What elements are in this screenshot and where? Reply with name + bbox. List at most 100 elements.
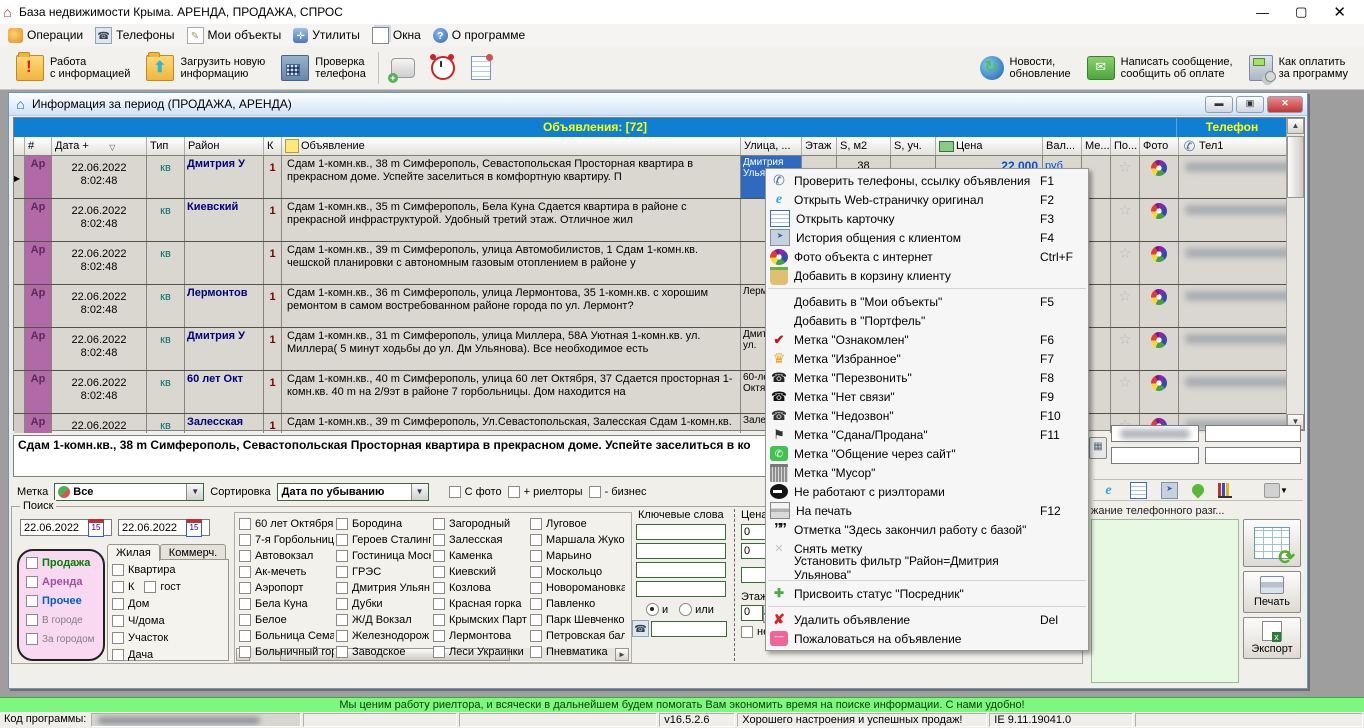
district-checkbox[interactable]: [433, 582, 445, 594]
context-menu-item-3[interactable]: Открыть карточкуF3: [766, 209, 1088, 228]
context-menu-item-27[interactable]: Пожаловаться на объявление: [766, 629, 1088, 648]
district-checkbox[interactable]: [433, 614, 445, 626]
date-to-calendar-icon[interactable]: [186, 519, 202, 537]
scroll-thumb[interactable]: [1287, 136, 1304, 198]
metka-dropdown-icon[interactable]: ▼: [186, 484, 203, 500]
floor-value[interactable]: 0: [741, 605, 763, 621]
sort-combo[interactable]: Дата по убыванию ▼: [277, 483, 429, 501]
district-checkbox[interactable]: [530, 646, 542, 658]
district-checkbox[interactable]: [530, 534, 542, 546]
context-menu-item-19[interactable]: На печатьF12: [766, 501, 1088, 520]
context-menu-item-1[interactable]: Проверить телефоны, ссылку объявленияF1: [766, 171, 1088, 190]
deal-type-checkbox[interactable]: [26, 576, 38, 588]
context-menu-item-6[interactable]: Добавить в корзину клиенту: [766, 266, 1088, 285]
context-menu-item-13[interactable]: Метка "Нет связи"F9: [766, 387, 1088, 406]
toolbar-button-2[interactable]: Загрузить новую информацию: [138, 47, 273, 89]
date-to-field[interactable]: [118, 519, 210, 536]
scroll-up-button[interactable]: ▲: [1287, 118, 1304, 134]
context-menu-item-9[interactable]: Добавить в "Портфель": [766, 311, 1088, 330]
star-icon[interactable]: [1118, 332, 1133, 347]
radio-or[interactable]: [679, 603, 692, 616]
district-checkbox[interactable]: [433, 566, 445, 578]
context-menu-item-2[interactable]: Открыть Web-страничку оригиналF2: [766, 190, 1088, 209]
keyword-input-1[interactable]: [636, 524, 726, 540]
housing-type-checkbox[interactable]: [112, 564, 124, 576]
child-restore-button[interactable]: ▣: [1236, 96, 1264, 113]
context-menu-item-15[interactable]: Метка "Сдана/Продана"F11: [766, 425, 1088, 444]
district-checkbox[interactable]: [530, 566, 542, 578]
housing-type-checkbox[interactable]: [112, 632, 124, 644]
keyword-input-4[interactable]: [636, 581, 726, 597]
star-icon[interactable]: [1118, 289, 1133, 304]
housing-type-checkbox[interactable]: [112, 581, 124, 593]
toolbar-small-button[interactable]: [383, 47, 423, 89]
close-button[interactable]: ✕: [1333, 3, 1346, 21]
context-menu-item-14[interactable]: Метка "Недозвон"F10: [766, 406, 1088, 425]
phone-field-3[interactable]: [1111, 447, 1199, 464]
column-header-5[interactable]: К: [264, 137, 282, 155]
housing-type-checkbox[interactable]: [112, 649, 124, 661]
district-checkbox[interactable]: [336, 598, 348, 610]
deal-type-checkbox[interactable]: [26, 557, 38, 569]
district-checkbox[interactable]: [239, 598, 251, 610]
dial-keypad-icon[interactable]: [1089, 437, 1107, 459]
context-menu-item-5[interactable]: Фото объекта с интернетCtrl+F: [766, 247, 1088, 266]
context-menu-item-24[interactable]: Присвоить статус "Посредник": [766, 584, 1088, 603]
toolbar-button-1[interactable]: Работа с информацией: [8, 47, 138, 89]
district-checkbox[interactable]: [239, 582, 251, 594]
district-checkbox[interactable]: [336, 534, 348, 546]
floor-not-checkbox[interactable]: [741, 626, 753, 638]
district-checkbox[interactable]: [530, 518, 542, 530]
context-menu-item-8[interactable]: Добавить в "Мои объекты"F5: [766, 292, 1088, 311]
deal-type-checkbox[interactable]: [26, 595, 38, 607]
district-checkbox[interactable]: [433, 630, 445, 642]
plus-realtors-checkbox[interactable]: [508, 486, 520, 498]
star-icon[interactable]: [1118, 246, 1133, 261]
phone-search-icon[interactable]: [632, 620, 649, 637]
child-close-button[interactable]: ✕: [1267, 96, 1303, 113]
district-checkbox[interactable]: [530, 598, 542, 610]
deal-type-checkbox[interactable]: [26, 633, 38, 645]
table-row-6[interactable]: Ар22.06.20228:02:48кв60 лет Окт1Сдам 1-к…: [14, 371, 1304, 414]
district-checkbox[interactable]: [336, 630, 348, 642]
chart-icon[interactable]: [1218, 483, 1232, 498]
context-menu-item-10[interactable]: Метка "Ознакомлен"F6: [766, 330, 1088, 349]
context-menu-item-16[interactable]: Метка "Общение через сайт": [766, 444, 1088, 463]
column-header-9[interactable]: S, м2: [837, 137, 891, 155]
star-icon[interactable]: [1118, 375, 1133, 390]
district-checkbox[interactable]: [530, 614, 542, 626]
district-checkbox[interactable]: [530, 630, 542, 642]
date-from-input[interactable]: [21, 521, 88, 535]
column-header-10[interactable]: S, уч.: [891, 137, 936, 155]
table-row-3[interactable]: Ар22.06.20228:02:48кв1Сдам 1-комн.кв., 3…: [14, 242, 1304, 285]
table-row-5[interactable]: Ар22.06.20228:02:48квДмитрия У1Сдам 1-ко…: [14, 328, 1304, 371]
district-checkbox[interactable]: [433, 646, 445, 658]
table-row-1[interactable]: ▶Ар22.06.20228:02:48квДмитрия У1Сдам 1-к…: [14, 156, 1304, 199]
photo-icon[interactable]: [1151, 375, 1167, 391]
radio-and[interactable]: [646, 603, 659, 616]
minus-business-checkbox[interactable]: [589, 486, 601, 498]
context-menu-item-4[interactable]: История общения с клиентомF4: [766, 228, 1088, 247]
district-checkbox[interactable]: [336, 566, 348, 578]
column-header-11[interactable]: Цена: [936, 137, 1043, 155]
district-checkbox[interactable]: [239, 614, 251, 626]
with-photo-checkbox[interactable]: [449, 486, 461, 498]
menu-item-3[interactable]: Мои объекты: [183, 25, 290, 46]
talk-content-textarea[interactable]: [1091, 519, 1239, 683]
person-add-dropdown[interactable]: ▼: [1264, 483, 1288, 498]
metka-combo[interactable]: Все ▼: [54, 483, 204, 501]
phone-field-1[interactable]: [1111, 425, 1199, 442]
context-menu-item-20[interactable]: Отметка "Здесь закончил работу с базой": [766, 520, 1088, 539]
column-header-7[interactable]: Улица, ...: [741, 137, 802, 155]
district-checkbox[interactable]: [433, 534, 445, 546]
open-web-icon[interactable]: [1101, 483, 1116, 498]
menu-item-4[interactable]: Утилиты: [289, 26, 368, 45]
table-row-4[interactable]: Ар22.06.20228:02:48квЛермонтов1Сдам 1-ко…: [14, 285, 1304, 328]
column-header-8[interactable]: Этаж: [802, 137, 837, 155]
menu-item-6[interactable]: О программе: [429, 26, 533, 45]
edit-note-icon[interactable]: [1130, 482, 1147, 499]
district-checkbox[interactable]: [239, 534, 251, 546]
context-menu-item-17[interactable]: Метка "Мусор": [766, 463, 1088, 482]
how-to-pay-button[interactable]: Как оплатить за программу: [1241, 47, 1356, 89]
housing-type-checkbox[interactable]: [112, 598, 124, 610]
